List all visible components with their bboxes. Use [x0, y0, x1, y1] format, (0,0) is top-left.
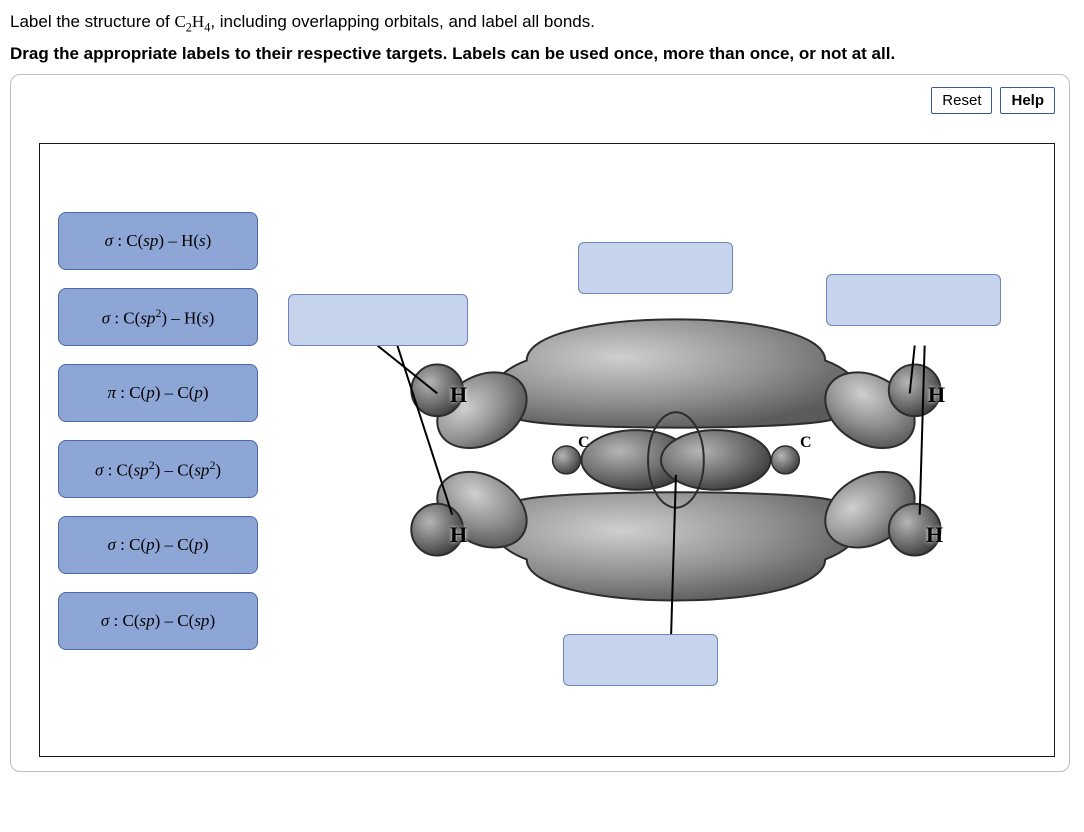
- workspace: σ : C(sp) – H(s) σ : C(sp2) – H(s) π : C…: [39, 143, 1055, 757]
- label-sigma-csp-csp[interactable]: σ : C(sp) – C(sp): [58, 592, 258, 650]
- drop-target-top-pi[interactable]: [578, 242, 733, 294]
- reset-button[interactable]: Reset: [931, 87, 992, 114]
- atom-h-upper-right: H: [928, 382, 945, 408]
- label-sigma-csp2-csp2[interactable]: σ : C(sp2) – C(sp2): [58, 440, 258, 498]
- atom-h-upper-left: H: [450, 382, 467, 408]
- label-sigma-cp-cp[interactable]: σ : C(p) – C(p): [58, 516, 258, 574]
- drop-target-bottom-sigma-cc[interactable]: [563, 634, 718, 686]
- atom-h-lower-left: H: [450, 522, 467, 548]
- drop-target-right-ch[interactable]: [826, 274, 1001, 326]
- label-pi-cp-cp[interactable]: π : C(p) – C(p): [58, 364, 258, 422]
- label-sigma-csp-hs[interactable]: σ : C(sp) – H(s): [58, 212, 258, 270]
- label-sigma-csp2-hs[interactable]: σ : C(sp2) – H(s): [58, 288, 258, 346]
- atom-h-lower-right: H: [926, 522, 943, 548]
- help-button[interactable]: Help: [1000, 87, 1055, 114]
- atom-c-left: C: [578, 434, 590, 452]
- question-line-2: Drag the appropriate labels to their res…: [10, 44, 1074, 64]
- question-line-1: Label the structure of C2H4, including o…: [10, 8, 1074, 38]
- label-bank: σ : C(sp) – H(s) σ : C(sp2) – H(s) π : C…: [58, 212, 258, 650]
- drop-target-left-ch[interactable]: [288, 294, 468, 346]
- activity-panel: Reset Help σ : C(sp) – H(s) σ : C(sp2) –…: [10, 74, 1070, 772]
- atom-c-right: C: [800, 434, 812, 452]
- orbital-diagram: H H H H C C: [278, 144, 1054, 756]
